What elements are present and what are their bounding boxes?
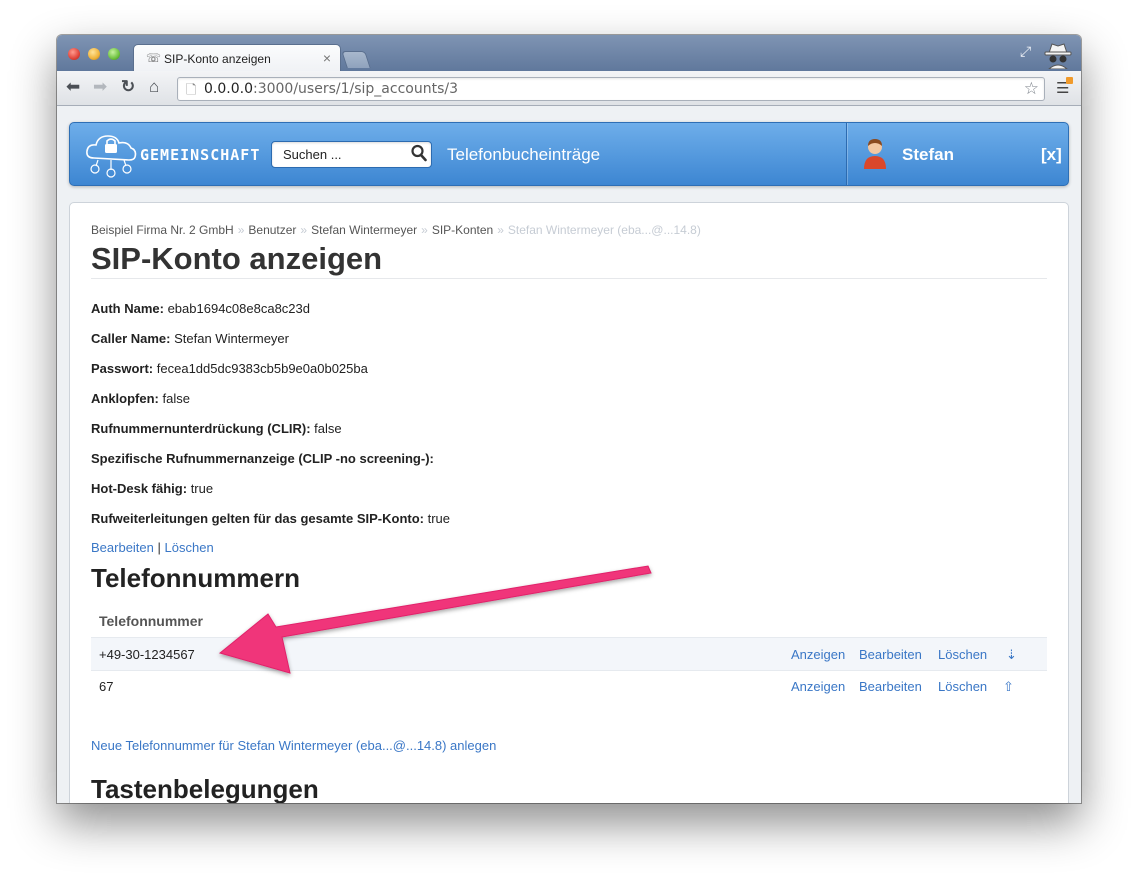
delete-link[interactable]: Löschen bbox=[938, 647, 987, 662]
magnifier-icon[interactable] bbox=[410, 143, 428, 163]
phone-number: +49-30-1234567 bbox=[99, 647, 195, 662]
page-viewport: GEMEINSCHAFT Suchen ... Telefonbucheintr… bbox=[57, 106, 1081, 803]
column-header-phone-number: Telefonnummer bbox=[99, 613, 203, 629]
browser-tab[interactable]: ☏ SIP-Konto anzeigen × bbox=[133, 44, 341, 72]
fullscreen-icon[interactable]: ⤢ bbox=[1020, 43, 1031, 60]
field-auth-name: Auth Name: ebab1694c08e8ca8c23d bbox=[91, 301, 310, 316]
field-value: false bbox=[162, 391, 190, 406]
address-bar[interactable]: 🗋 0.0.0.0:3000/users/1/sip_accounts/3 ☆ bbox=[177, 77, 1045, 101]
bookmark-star-icon[interactable]: ☆ bbox=[1024, 79, 1039, 99]
browser-toolbar: ⬅︎ ➡︎ ↻ ⌂ 🗋 0.0.0.0:3000/users/1/sip_acc… bbox=[57, 71, 1081, 106]
zoom-window-button[interactable] bbox=[108, 48, 120, 60]
page-title: SIP-Konto anzeigen bbox=[91, 241, 383, 276]
cloud-logo-icon bbox=[86, 135, 137, 178]
table-row: +49-30-1234567 Anzeigen Bearbeiten Lösch… bbox=[91, 637, 1047, 671]
field-value: Stefan Wintermeyer bbox=[174, 331, 289, 346]
tab-title: SIP-Konto anzeigen bbox=[164, 52, 271, 66]
new-phone-number-label: Neue Telefonnummer für Stefan Wintermeye… bbox=[91, 738, 497, 753]
breadcrumb-company[interactable]: Beispiel Firma Nr. 2 GmbH bbox=[91, 223, 234, 237]
field-caller-name: Caller Name: Stefan Wintermeyer bbox=[91, 331, 289, 346]
field-call-waiting: Anklopfen: false bbox=[91, 391, 190, 406]
brand-name[interactable]: GEMEINSCHAFT bbox=[140, 146, 260, 164]
page-icon: 🗋 bbox=[186, 82, 197, 97]
close-window-button[interactable] bbox=[68, 48, 80, 60]
action-separator: | bbox=[157, 540, 161, 555]
field-clip: Spezifische Rufnummernanzeige (CLIP -no … bbox=[91, 451, 434, 466]
field-label: Hot-Desk fähig: bbox=[91, 481, 188, 496]
field-label: Caller Name: bbox=[91, 331, 171, 346]
edit-link[interactable]: Bearbeiten bbox=[859, 647, 922, 662]
user-name[interactable]: Stefan bbox=[902, 145, 954, 165]
url-host: 0.0.0.0 bbox=[204, 81, 253, 97]
app-header: GEMEINSCHAFT Suchen ... Telefonbucheintr… bbox=[69, 122, 1069, 186]
field-hot-desk: Hot-Desk fähig: true bbox=[91, 481, 213, 496]
user-avatar-icon bbox=[864, 139, 886, 169]
phone-numbers-heading: Telefonnummern bbox=[91, 563, 300, 593]
search-input[interactable]: Suchen ... bbox=[271, 141, 432, 168]
field-label: Spezifische Rufnummernanzeige (CLIP -no … bbox=[91, 451, 434, 466]
field-clir: Rufnummernunterdrückung (CLIR): false bbox=[91, 421, 342, 436]
incognito-icon bbox=[1044, 43, 1072, 69]
reload-icon[interactable]: ↻ bbox=[121, 77, 135, 97]
field-password: Passwort: fecea1dd5dc9383cb5b9e0a0b025ba bbox=[91, 361, 368, 376]
search-placeholder: Suchen ... bbox=[283, 147, 342, 162]
field-value: true bbox=[190, 481, 214, 496]
breadcrumb-separator: » bbox=[300, 223, 308, 237]
field-value: false bbox=[314, 421, 342, 436]
breadcrumb-sip-accounts[interactable]: SIP-Konten bbox=[432, 223, 493, 237]
field-value: true bbox=[427, 511, 451, 526]
phone-number: 67 bbox=[99, 679, 114, 694]
browser-titlebar: ☏ SIP-Konto anzeigen × ⤢ bbox=[57, 35, 1081, 72]
browser-window: ☏ SIP-Konto anzeigen × ⤢ ⬅︎ ➡︎ ↻ ⌂ 🗋 0.0… bbox=[57, 35, 1081, 803]
breadcrumb-user[interactable]: Stefan Wintermeyer bbox=[311, 223, 417, 237]
field-value: ebab1694c08e8ca8c23d bbox=[167, 301, 310, 316]
forward-icon[interactable]: ➡︎ bbox=[93, 77, 107, 97]
field-label: Rufweiterleitungen gelten für das gesamt… bbox=[91, 511, 424, 526]
delete-link[interactable]: Löschen bbox=[938, 679, 987, 694]
field-label: Auth Name: bbox=[91, 301, 164, 316]
table-row: 67 Anzeigen Bearbeiten Löschen ⇧ bbox=[91, 670, 1047, 702]
edit-link[interactable]: Bearbeiten bbox=[91, 540, 154, 555]
phonebook-link[interactable]: Telefonbucheinträge bbox=[447, 145, 600, 165]
logout-link[interactable]: [x] bbox=[1041, 145, 1062, 165]
field-call-forwarding: Rufweiterleitungen gelten für das gesamt… bbox=[91, 511, 450, 526]
edit-link[interactable]: Bearbeiten bbox=[859, 679, 922, 694]
field-value: fecea1dd5dc9383cb5b9e0a0b025ba bbox=[156, 361, 368, 376]
back-icon[interactable]: ⬅︎ bbox=[66, 77, 80, 97]
url-path: :3000/users/1/sip_accounts/3 bbox=[252, 81, 458, 97]
url-text[interactable]: 0.0.0.0:3000/users/1/sip_accounts/3 bbox=[204, 81, 458, 97]
account-actions: Bearbeiten | Löschen bbox=[91, 540, 214, 555]
field-label: Anklopfen: bbox=[91, 391, 159, 406]
new-tab-button[interactable] bbox=[341, 51, 371, 68]
breadcrumb-separator: » bbox=[237, 223, 245, 237]
minimize-window-button[interactable] bbox=[88, 48, 100, 60]
show-link[interactable]: Anzeigen bbox=[791, 679, 845, 694]
show-link[interactable]: Anzeigen bbox=[791, 647, 845, 662]
breadcrumb-separator: » bbox=[421, 223, 428, 237]
breadcrumb-current: Stefan Wintermeyer (eba...@...14.8) bbox=[507, 223, 701, 237]
update-badge bbox=[1066, 77, 1073, 84]
phone-icon: ☏ bbox=[146, 51, 162, 65]
field-label: Rufnummernunterdrückung (CLIR): bbox=[91, 421, 311, 436]
move-down-icon[interactable]: ⇣ bbox=[1006, 647, 1017, 663]
new-phone-number-link[interactable]: Neue Telefonnummer für Stefan Wintermeye… bbox=[91, 738, 496, 753]
home-icon[interactable]: ⌂ bbox=[149, 77, 159, 97]
content-panel: Beispiel Firma Nr. 2 GmbH» Benutzer» Stefa… bbox=[69, 202, 1069, 803]
field-label: Passwort: bbox=[91, 361, 154, 376]
move-up-icon[interactable]: ⇧ bbox=[1003, 679, 1014, 695]
tab-close-button[interactable]: × bbox=[323, 50, 331, 66]
softkeys-heading: Tastenbelegungen bbox=[91, 774, 319, 803]
breadcrumb: Beispiel Firma Nr. 2 GmbH» Benutzer» Stefa… bbox=[91, 223, 701, 237]
header-divider bbox=[846, 123, 847, 185]
title-divider bbox=[91, 278, 1047, 279]
breadcrumb-separator: » bbox=[497, 223, 504, 237]
delete-link[interactable]: Löschen bbox=[165, 540, 214, 555]
breadcrumb-users[interactable]: Benutzer bbox=[248, 223, 296, 237]
